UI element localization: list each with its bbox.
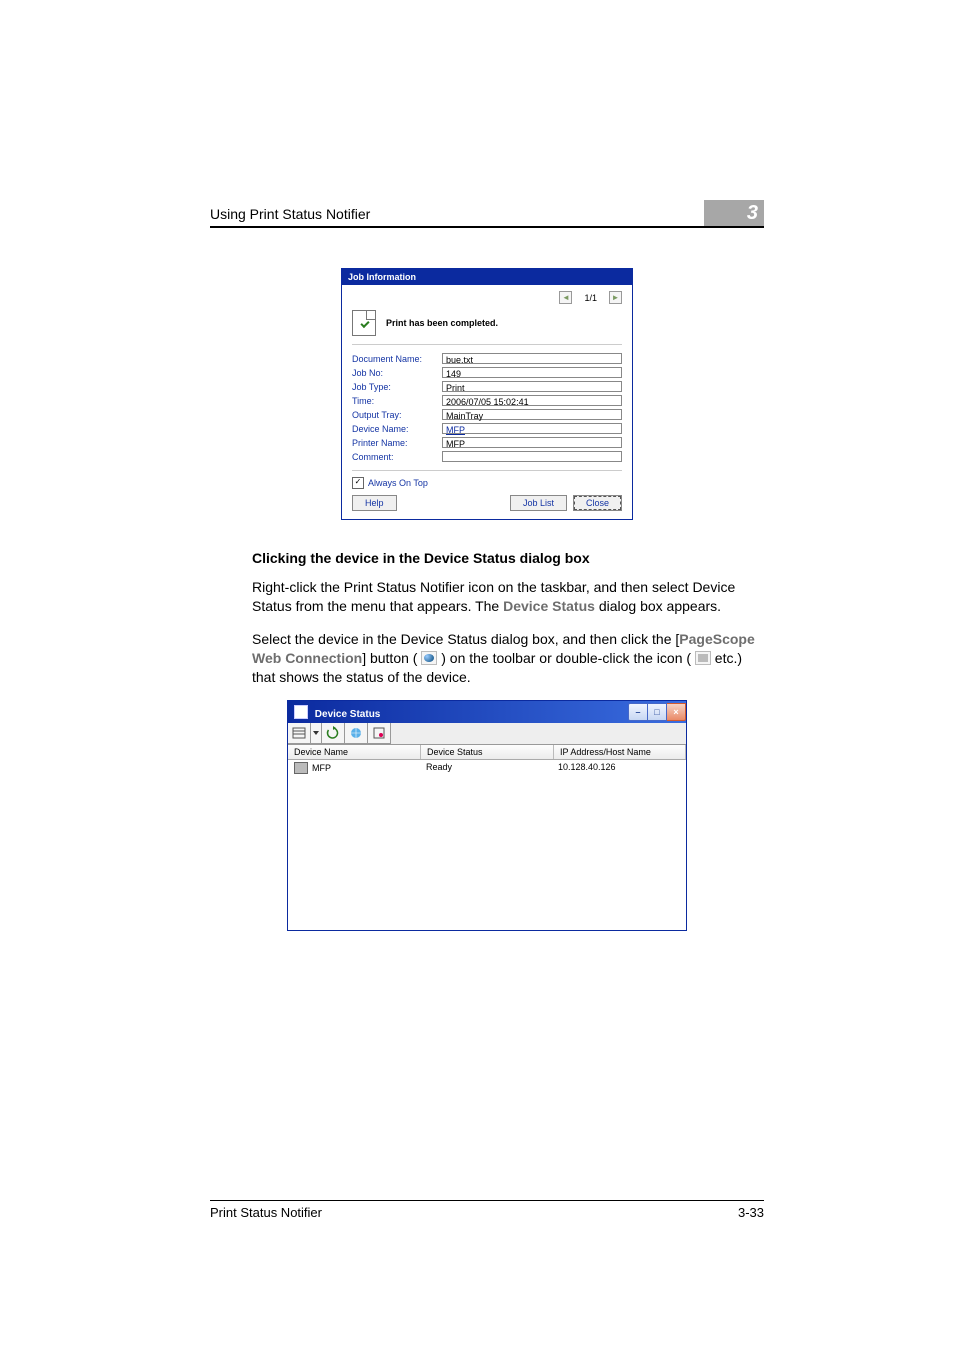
label-job-no: Job No: <box>352 368 442 378</box>
para-1-post: dialog box appears. <box>595 598 721 614</box>
help-button[interactable]: Help <box>352 495 397 511</box>
device-status-titlebar: Device Status – □ × <box>288 701 686 723</box>
running-header-title: Using Print Status Notifier <box>210 206 370 226</box>
device-status-dialog: Device Status – □ × <box>287 700 687 931</box>
para-2-pre: Select the device in the Device Status d… <box>252 631 679 647</box>
toolbar-dropdown-button[interactable] <box>311 723 322 744</box>
field-job-no: 149 <box>442 367 622 378</box>
footer-doc-title: Print Status Notifier <box>210 1205 322 1220</box>
always-on-top-checkbox[interactable]: ✓ <box>352 477 364 489</box>
cell-device-status: Ready <box>420 760 552 776</box>
window-close-button[interactable]: × <box>667 703 686 721</box>
footer-page-number: 3-33 <box>738 1205 764 1220</box>
field-time: 2006/07/05 15:02:41 <box>442 395 622 406</box>
field-comment <box>442 451 622 462</box>
page-indicator: 1/1 <box>584 293 597 303</box>
label-comment: Comment: <box>352 452 442 462</box>
job-list-button[interactable]: Job List <box>510 495 567 511</box>
toolbar-list-button[interactable] <box>288 723 311 744</box>
toolbar-web-connection-button[interactable] <box>345 723 368 744</box>
toolbar-settings-button[interactable] <box>368 723 391 744</box>
printer-row-icon <box>294 762 308 774</box>
header-rule <box>210 226 764 228</box>
device-row[interactable]: MFP Ready 10.128.40.126 <box>288 760 686 776</box>
para-2-post2: ) on the toolbar or double-click the ico… <box>437 650 695 666</box>
col-device-name[interactable]: Device Name <box>288 745 421 759</box>
cell-device-name: MFP <box>312 763 331 773</box>
web-connection-icon <box>421 651 437 665</box>
label-time: Time: <box>352 396 442 406</box>
col-device-status[interactable]: Device Status <box>421 745 554 759</box>
col-ip-address[interactable]: IP Address/Host Name <box>554 745 686 759</box>
field-printer-name: MFP <box>442 437 622 448</box>
maximize-button[interactable]: □ <box>648 703 667 721</box>
device-status-toolbar <box>288 723 686 745</box>
toolbar-refresh-button[interactable] <box>322 723 345 744</box>
always-on-top-label: Always On Top <box>368 478 428 488</box>
section-heading: Clicking the device in the Device Status… <box>252 550 764 566</box>
device-status-link-text: Device Status <box>503 598 595 614</box>
para-2: Select the device in the Device Status d… <box>252 630 764 687</box>
chapter-number: 3 <box>704 200 764 226</box>
job-info-titlebar: Job Information <box>342 269 632 285</box>
field-job-type: Print <box>442 381 622 392</box>
close-button[interactable]: Close <box>573 495 622 511</box>
field-output-tray: MainTray <box>442 409 622 420</box>
minimize-button[interactable]: – <box>628 703 648 721</box>
field-device-name[interactable]: MFP <box>442 423 622 434</box>
label-output-tray: Output Tray: <box>352 410 442 420</box>
cell-ip-address: 10.128.40.126 <box>552 760 686 776</box>
job-information-dialog: Job Information ◄ 1/1 ► Print has been c… <box>341 268 633 520</box>
next-arrow-button[interactable]: ► <box>609 291 622 304</box>
label-document-name: Document Name: <box>352 354 442 364</box>
label-device-name: Device Name: <box>352 424 442 434</box>
status-message: Print has been completed. <box>386 318 498 328</box>
prev-arrow-button[interactable]: ◄ <box>559 291 572 304</box>
para-2-post1: ] button ( <box>362 650 421 666</box>
device-status-title-text: Device Status <box>315 709 381 720</box>
footer-rule <box>210 1200 764 1201</box>
app-icon <box>294 705 308 719</box>
label-printer-name: Printer Name: <box>352 438 442 448</box>
para-1: Right-click the Print Status Notifier ic… <box>252 578 764 616</box>
field-document-name: bue.txt <box>442 353 622 364</box>
label-job-type: Job Type: <box>352 382 442 392</box>
printer-status-icon <box>695 651 711 665</box>
completed-page-icon <box>352 310 376 336</box>
